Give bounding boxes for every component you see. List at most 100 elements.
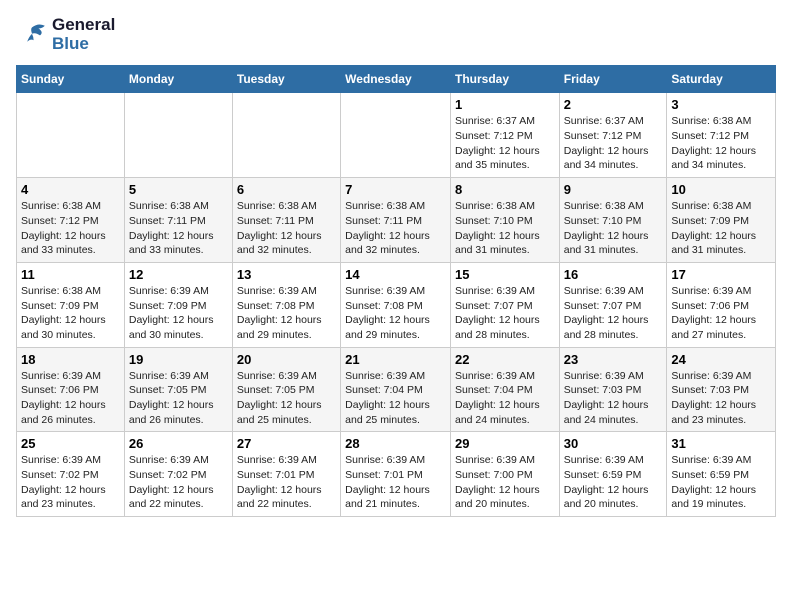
day-number: 20 <box>237 352 336 367</box>
calendar-week-1: 4 Sunrise: 6:38 AM Sunset: 7:12 PM Daylig… <box>17 178 776 263</box>
day-number: 24 <box>671 352 771 367</box>
calendar-cell: 13 Sunrise: 6:39 AM Sunset: 7:08 PM Dayli… <box>232 262 340 347</box>
day-number: 26 <box>129 436 228 451</box>
day-info: Sunrise: 6:39 AM Sunset: 7:03 PM Dayligh… <box>564 369 663 428</box>
day-number: 1 <box>455 97 555 112</box>
day-info: Sunrise: 6:39 AM Sunset: 7:02 PM Dayligh… <box>129 453 228 512</box>
calendar-cell: 20 Sunrise: 6:39 AM Sunset: 7:05 PM Dayli… <box>232 347 340 432</box>
day-info: Sunrise: 6:37 AM Sunset: 7:12 PM Dayligh… <box>455 114 555 173</box>
day-number: 27 <box>237 436 336 451</box>
day-info: Sunrise: 6:38 AM Sunset: 7:09 PM Dayligh… <box>21 284 120 343</box>
day-number: 31 <box>671 436 771 451</box>
day-info: Sunrise: 6:39 AM Sunset: 7:05 PM Dayligh… <box>237 369 336 428</box>
calendar-week-3: 18 Sunrise: 6:39 AM Sunset: 7:06 PM Dayli… <box>17 347 776 432</box>
calendar-week-2: 11 Sunrise: 6:38 AM Sunset: 7:09 PM Dayli… <box>17 262 776 347</box>
day-info: Sunrise: 6:39 AM Sunset: 7:05 PM Dayligh… <box>129 369 228 428</box>
day-number: 19 <box>129 352 228 367</box>
calendar-cell: 19 Sunrise: 6:39 AM Sunset: 7:05 PM Dayli… <box>124 347 232 432</box>
day-info: Sunrise: 6:39 AM Sunset: 7:01 PM Dayligh… <box>237 453 336 512</box>
header-monday: Monday <box>124 66 232 93</box>
day-info: Sunrise: 6:38 AM Sunset: 7:10 PM Dayligh… <box>564 199 663 258</box>
calendar-cell: 9Sunrise: 6:38 AM Sunset: 7:10 PM Daylig… <box>559 178 667 263</box>
calendar-cell <box>341 93 451 178</box>
day-number: 21 <box>345 352 446 367</box>
calendar-cell: 5 Sunrise: 6:38 AM Sunset: 7:11 PM Daylig… <box>124 178 232 263</box>
calendar-cell: 16 Sunrise: 6:39 AM Sunset: 7:07 PM Dayli… <box>559 262 667 347</box>
day-info: Sunrise: 6:39 AM Sunset: 6:59 PM Dayligh… <box>564 453 663 512</box>
day-info: Sunrise: 6:38 AM Sunset: 7:11 PM Dayligh… <box>237 199 336 258</box>
day-info: Sunrise: 6:39 AM Sunset: 7:08 PM Dayligh… <box>237 284 336 343</box>
calendar-cell: 22 Sunrise: 6:39 AM Sunset: 7:04 PM Dayli… <box>450 347 559 432</box>
day-number: 28 <box>345 436 446 451</box>
page-header: General Blue <box>16 16 776 53</box>
logo-text: General Blue <box>52 16 115 53</box>
day-info: Sunrise: 6:39 AM Sunset: 7:07 PM Dayligh… <box>455 284 555 343</box>
calendar-cell: 1 Sunrise: 6:37 AM Sunset: 7:12 PM Daylig… <box>450 93 559 178</box>
day-info: Sunrise: 6:39 AM Sunset: 7:04 PM Dayligh… <box>345 369 446 428</box>
day-number: 16 <box>564 267 663 282</box>
calendar-cell: 27 Sunrise: 6:39 AM Sunset: 7:01 PM Dayli… <box>232 432 340 517</box>
calendar-cell: 17 Sunrise: 6:39 AM Sunset: 7:06 PM Dayli… <box>667 262 776 347</box>
logo-icon <box>16 21 48 49</box>
day-info: Sunrise: 6:38 AM Sunset: 7:10 PM Dayligh… <box>455 199 555 258</box>
day-number: 12 <box>129 267 228 282</box>
day-number: 2 <box>564 97 663 112</box>
calendar-cell: 10 Sunrise: 6:38 AM Sunset: 7:09 PM Dayli… <box>667 178 776 263</box>
header-thursday: Thursday <box>450 66 559 93</box>
day-number: 4 <box>21 182 120 197</box>
calendar-cell <box>232 93 340 178</box>
day-info: Sunrise: 6:39 AM Sunset: 7:06 PM Dayligh… <box>671 284 771 343</box>
day-info: Sunrise: 6:37 AM Sunset: 7:12 PM Dayligh… <box>564 114 663 173</box>
calendar-week-0: 1 Sunrise: 6:37 AM Sunset: 7:12 PM Daylig… <box>17 93 776 178</box>
day-number: 11 <box>21 267 120 282</box>
day-number: 14 <box>345 267 446 282</box>
day-info: Sunrise: 6:39 AM Sunset: 7:09 PM Dayligh… <box>129 284 228 343</box>
day-number: 22 <box>455 352 555 367</box>
day-info: Sunrise: 6:38 AM Sunset: 7:09 PM Dayligh… <box>671 199 771 258</box>
day-info: Sunrise: 6:39 AM Sunset: 7:08 PM Dayligh… <box>345 284 446 343</box>
calendar-cell: 29Sunrise: 6:39 AM Sunset: 7:00 PM Dayli… <box>450 432 559 517</box>
calendar-cell: 23 Sunrise: 6:39 AM Sunset: 7:03 PM Dayli… <box>559 347 667 432</box>
calendar-cell: 14 Sunrise: 6:39 AM Sunset: 7:08 PM Dayli… <box>341 262 451 347</box>
day-info: Sunrise: 6:39 AM Sunset: 7:06 PM Dayligh… <box>21 369 120 428</box>
header-saturday: Saturday <box>667 66 776 93</box>
day-number: 10 <box>671 182 771 197</box>
calendar-cell: 21 Sunrise: 6:39 AM Sunset: 7:04 PM Dayli… <box>341 347 451 432</box>
day-info: Sunrise: 6:39 AM Sunset: 7:02 PM Dayligh… <box>21 453 120 512</box>
calendar-week-4: 25Sunrise: 6:39 AM Sunset: 7:02 PM Dayli… <box>17 432 776 517</box>
day-number: 18 <box>21 352 120 367</box>
calendar-cell: 30 Sunrise: 6:39 AM Sunset: 6:59 PM Dayli… <box>559 432 667 517</box>
day-number: 17 <box>671 267 771 282</box>
day-info: Sunrise: 6:38 AM Sunset: 7:11 PM Dayligh… <box>129 199 228 258</box>
day-number: 3 <box>671 97 771 112</box>
day-number: 13 <box>237 267 336 282</box>
day-number: 5 <box>129 182 228 197</box>
calendar-table: SundayMondayTuesdayWednesdayThursdayFrid… <box>16 65 776 517</box>
day-number: 15 <box>455 267 555 282</box>
day-info: Sunrise: 6:39 AM Sunset: 7:01 PM Dayligh… <box>345 453 446 512</box>
header-sunday: Sunday <box>17 66 125 93</box>
calendar-cell: 11 Sunrise: 6:38 AM Sunset: 7:09 PM Dayli… <box>17 262 125 347</box>
calendar-header-row: SundayMondayTuesdayWednesdayThursdayFrid… <box>17 66 776 93</box>
calendar-cell: 4 Sunrise: 6:38 AM Sunset: 7:12 PM Daylig… <box>17 178 125 263</box>
calendar-cell: 6Sunrise: 6:38 AM Sunset: 7:11 PM Daylig… <box>232 178 340 263</box>
day-info: Sunrise: 6:38 AM Sunset: 7:12 PM Dayligh… <box>21 199 120 258</box>
header-friday: Friday <box>559 66 667 93</box>
day-number: 23 <box>564 352 663 367</box>
calendar-cell: 2 Sunrise: 6:37 AM Sunset: 7:12 PM Daylig… <box>559 93 667 178</box>
day-number: 8 <box>455 182 555 197</box>
logo: General Blue <box>16 16 115 53</box>
day-info: Sunrise: 6:39 AM Sunset: 6:59 PM Dayligh… <box>671 453 771 512</box>
calendar-cell: 24 Sunrise: 6:39 AM Sunset: 7:03 PM Dayli… <box>667 347 776 432</box>
calendar-cell: 12 Sunrise: 6:39 AM Sunset: 7:09 PM Dayli… <box>124 262 232 347</box>
day-info: Sunrise: 6:39 AM Sunset: 7:07 PM Dayligh… <box>564 284 663 343</box>
header-tuesday: Tuesday <box>232 66 340 93</box>
day-info: Sunrise: 6:39 AM Sunset: 7:04 PM Dayligh… <box>455 369 555 428</box>
day-info: Sunrise: 6:39 AM Sunset: 7:00 PM Dayligh… <box>455 453 555 512</box>
calendar-cell: 18 Sunrise: 6:39 AM Sunset: 7:06 PM Dayli… <box>17 347 125 432</box>
day-number: 30 <box>564 436 663 451</box>
day-number: 7 <box>345 182 446 197</box>
day-info: Sunrise: 6:39 AM Sunset: 7:03 PM Dayligh… <box>671 369 771 428</box>
calendar-cell: 7Sunrise: 6:38 AM Sunset: 7:11 PM Daylig… <box>341 178 451 263</box>
calendar-cell: 8 Sunrise: 6:38 AM Sunset: 7:10 PM Daylig… <box>450 178 559 263</box>
